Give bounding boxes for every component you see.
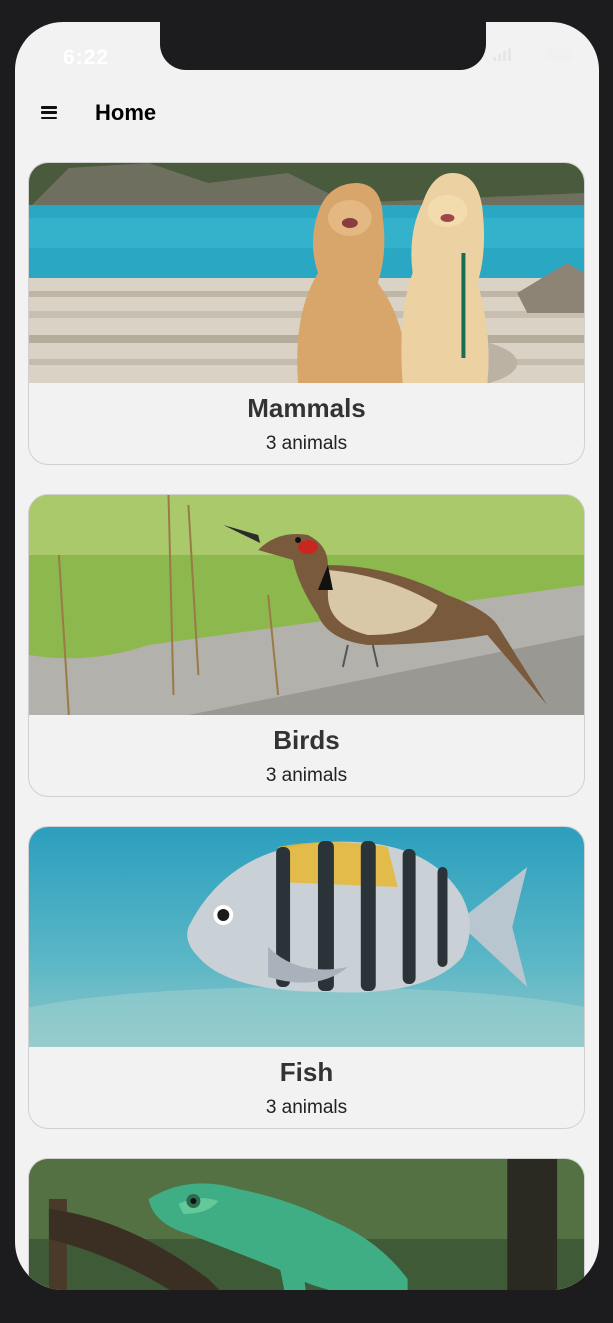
battery-icon (545, 47, 573, 61)
status-icons (493, 47, 573, 61)
wifi-icon (518, 47, 538, 60)
page-title: Home (95, 100, 157, 125)
category-count: 3 animals (265, 1097, 348, 1118)
category-card-reptiles[interactable] (28, 1158, 585, 1290)
category-count: 3 animals (265, 433, 348, 454)
category-name: Mammals (247, 393, 366, 423)
chameleon-photo (29, 1159, 584, 1290)
status-time: 6:22 (63, 46, 110, 69)
golden-retrievers-photo (29, 163, 584, 383)
northern-flicker-photo (29, 495, 584, 715)
app-header: Home (15, 92, 599, 136)
category-card-birds[interactable]: Birds 3 animals (28, 494, 585, 797)
sergeant-major-fish-photo (29, 827, 584, 1047)
device-notch (160, 22, 486, 70)
category-count: 3 animals (265, 765, 348, 786)
category-card-fish[interactable]: Fish 3 animals (28, 826, 585, 1129)
cellular-signal-icon (493, 47, 511, 61)
app-screen: 6:22 Home Mammals 3 animals Birds 3 anim… (15, 22, 599, 1290)
category-card-mammals[interactable]: Mammals 3 animals (28, 162, 585, 465)
phone-frame: 6:22 Home Mammals 3 animals Birds 3 anim… (0, 0, 613, 1323)
hamburger-menu-icon[interactable] (41, 106, 57, 119)
category-name: Birds (273, 725, 340, 755)
category-name: Fish (279, 1057, 334, 1087)
